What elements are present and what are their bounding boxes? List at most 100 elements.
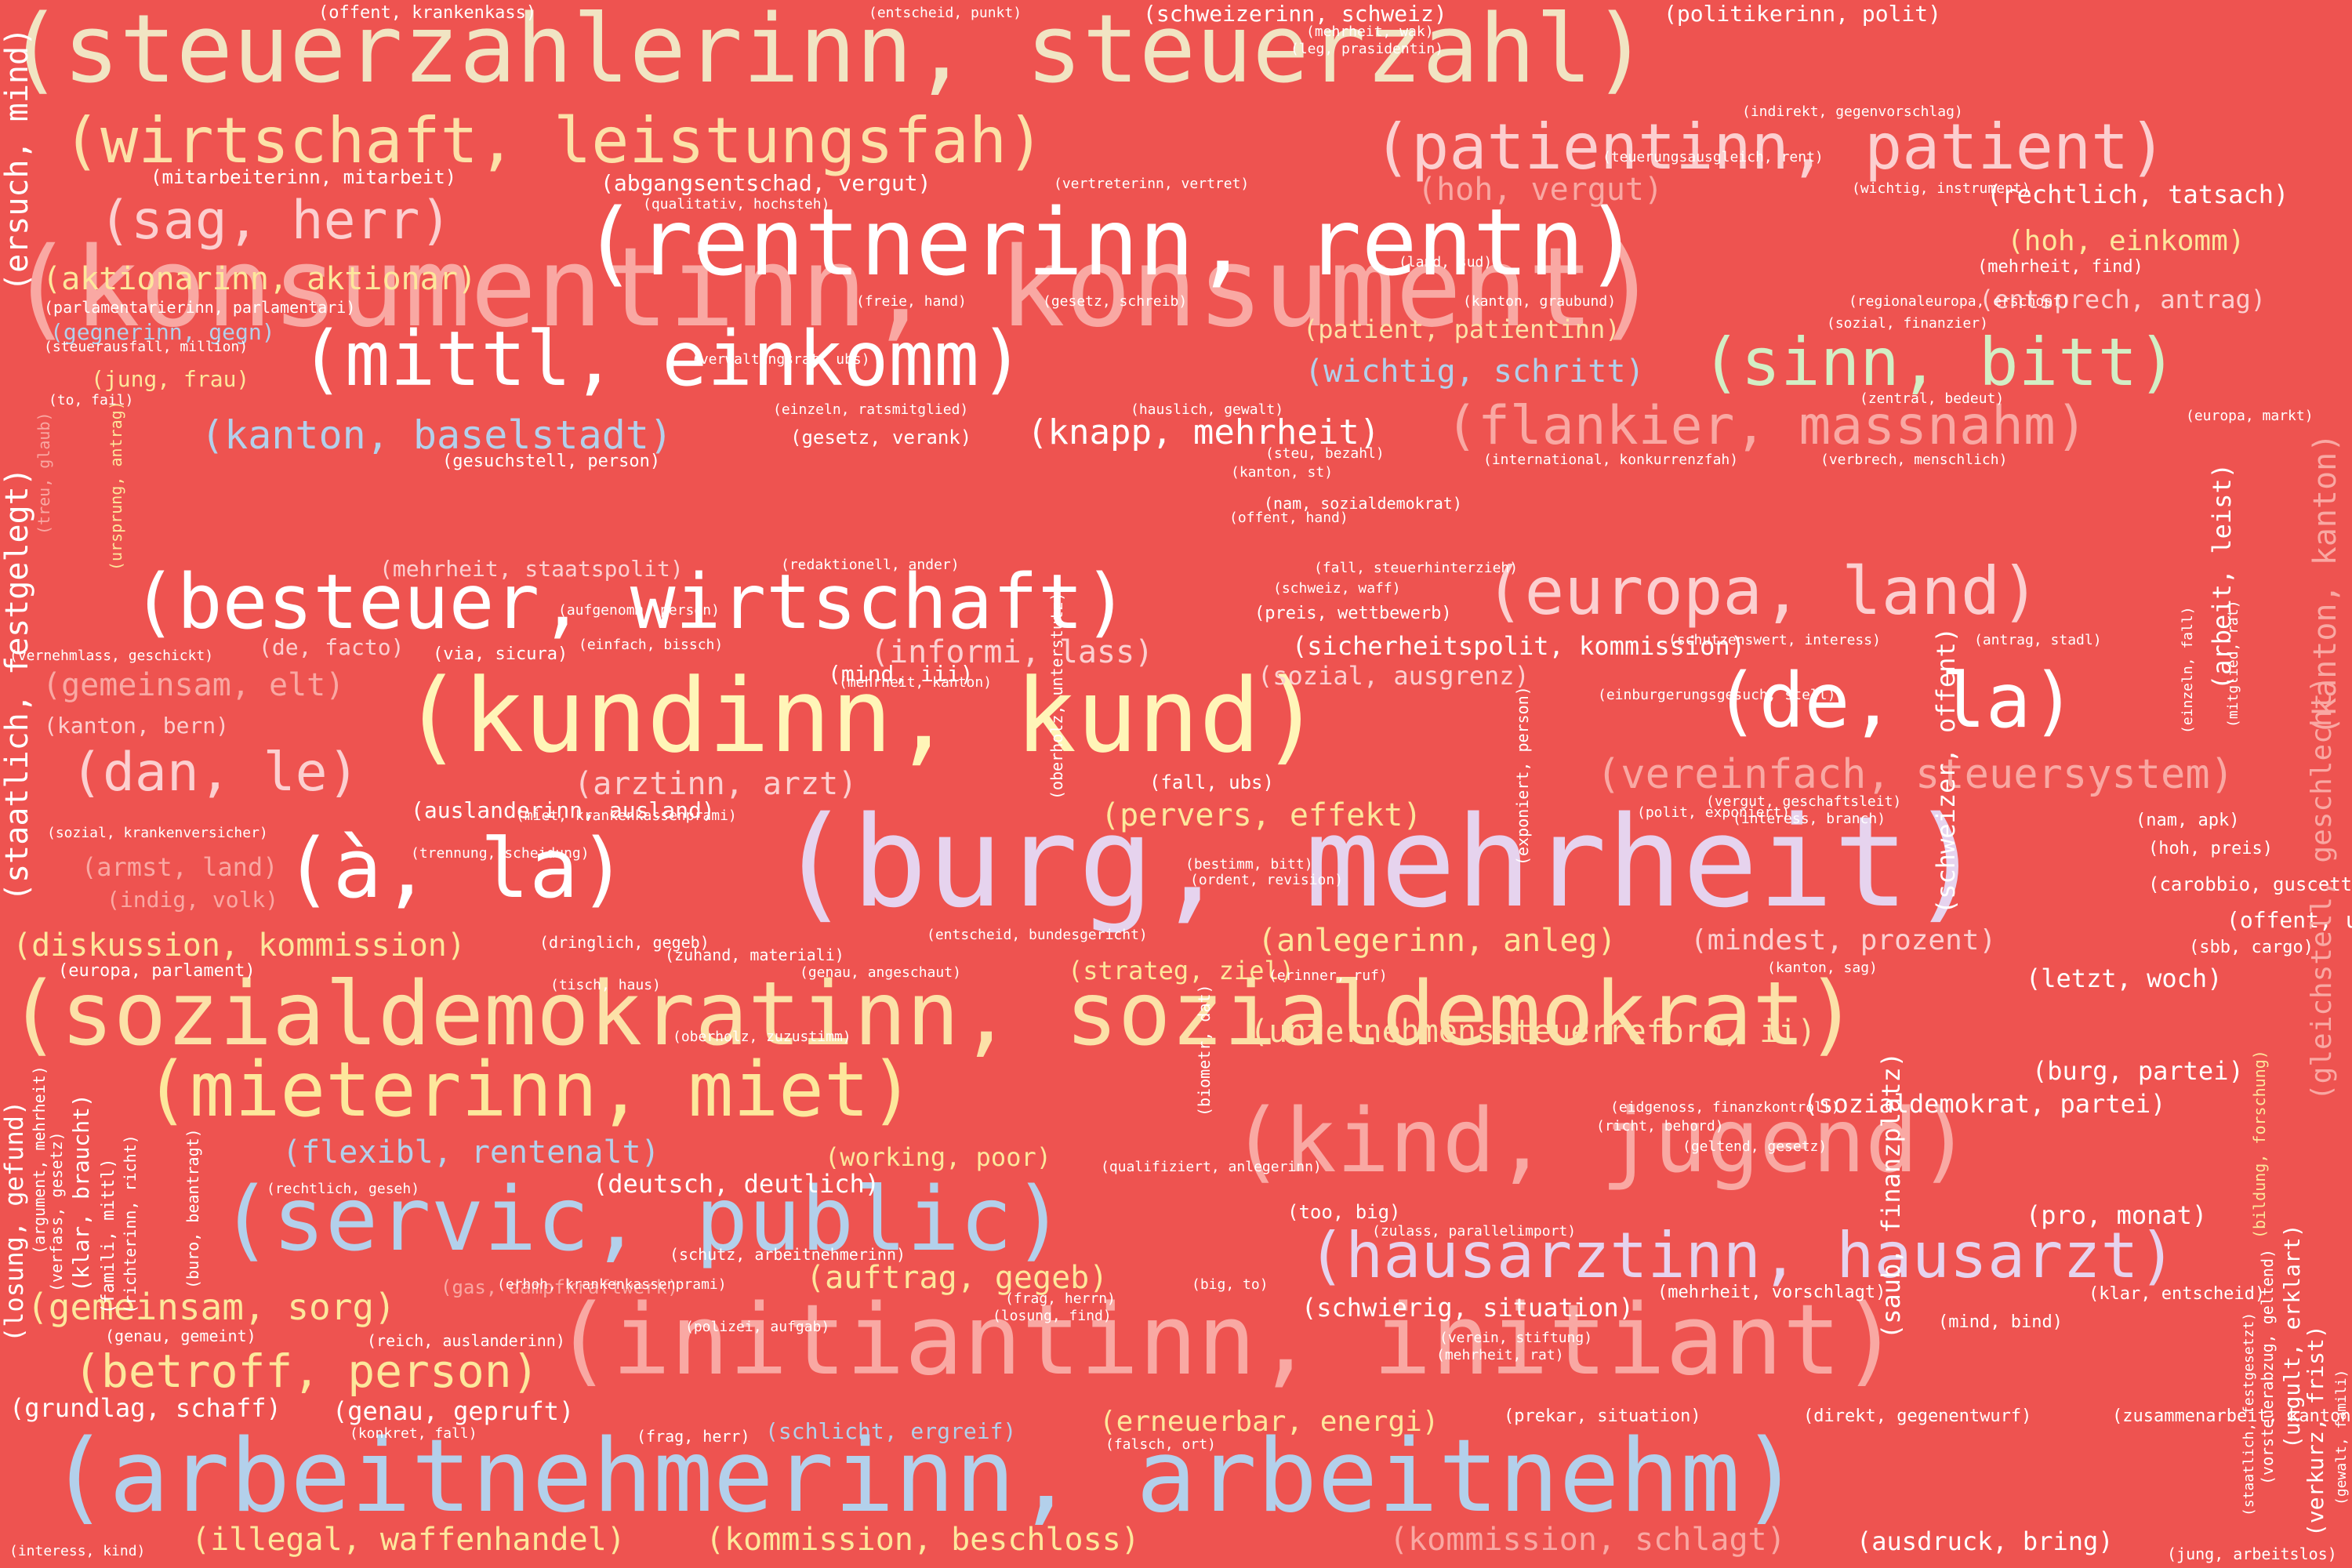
word: (qualitativ, hochsteh) (643, 196, 830, 212)
word: (betroff, person) (74, 1345, 539, 1398)
word: (interess, kind) (9, 1543, 146, 1559)
word: (politikerinn, polit) (1664, 1, 1942, 27)
word: (aufgenomm, person) (558, 602, 720, 619)
word-vertical: (treu, glaub) (34, 412, 53, 535)
word: (sag, herr) (99, 190, 452, 252)
word: (jung, arbeitslos) (2167, 1544, 2337, 1563)
word: (europa, land) (1485, 553, 2041, 630)
word: (schutzenswert, interess) (1668, 632, 1881, 648)
word: (erneuerbar, energi) (1099, 1406, 1439, 1438)
word-vertical: (biometr, dat) (1195, 984, 1214, 1116)
word: (mindest, prozent) (1690, 924, 1997, 956)
word: (diskussion, kommission) (13, 927, 466, 964)
word: (sozial, finanzier) (1827, 315, 1988, 332)
word: (sbb, cargo) (2189, 938, 2314, 957)
word-vertical: (gleichstell, geschlecht) (2306, 676, 2338, 1101)
word-vertical: (gewalt, famili) (2333, 1369, 2350, 1505)
word: (gesetz, schreib) (1043, 293, 1188, 310)
word: (à, la) (284, 821, 628, 916)
word: (aktionarinn, aktionar) (42, 261, 477, 297)
word: (deutsch, deutlich) (593, 1169, 880, 1199)
word: (nam, apk) (2136, 811, 2240, 830)
word: (sozialdemokrat, partei) (1803, 1089, 2166, 1119)
word: (mind, bind) (1938, 1312, 2063, 1332)
word: (redaktionell, ander) (781, 557, 960, 573)
word: (international, konkurrenzfah) (1483, 452, 1739, 468)
word: (letzt, woch) (2026, 964, 2223, 993)
word: (freie, hand) (856, 293, 967, 310)
word: (richt, behord) (1596, 1118, 1724, 1134)
word: (verwaltungsrat, ubs) (691, 351, 870, 368)
word: (antrag, stadl) (1974, 632, 2102, 648)
word: (rechtlich, tatsach) (1987, 180, 2289, 209)
word: (kanton, baselstadt) (201, 412, 673, 458)
word: (flexibl, rentenalt) (282, 1134, 660, 1171)
word: (erhoh, krankenkassenprami) (497, 1276, 727, 1293)
word: (schweiz, waff) (1273, 580, 1401, 597)
word: (anlegerinn, anleg) (1258, 923, 1617, 959)
word-vertical: (argument, mehrheit) (30, 1065, 49, 1254)
word: (steuerausfall, million) (44, 339, 249, 355)
word: (mitarbeiterinn, mitarbeit) (151, 166, 457, 188)
word-vertical: (staatlich, festgelegt) (0, 467, 35, 902)
word: (genau, gepruft) (332, 1396, 575, 1426)
word: (oberholz, zuzustimm) (673, 1029, 851, 1045)
word-vertical: (famili, mittl) (99, 1158, 118, 1314)
word: (geltend, gesetz) (1682, 1138, 1828, 1155)
word: (losung, find) (993, 1308, 1112, 1324)
word: (flankier, massnahm) (1446, 395, 2088, 457)
word: (einfach, bissch) (579, 637, 724, 653)
word: (falsch, ort) (1105, 1436, 1216, 1453)
word: (hauslich, gewalt) (1131, 401, 1284, 418)
word: (kommission, beschloss) (706, 1522, 1140, 1558)
word: (zentral, bedeut) (1860, 390, 2005, 407)
word: (indig, volk) (107, 887, 279, 913)
word: (armst, land) (82, 852, 278, 882)
word: (wirtschaft, leistungsfah) (63, 104, 1045, 177)
word-vertical: (einzeln, fall) (2180, 606, 2196, 734)
word: (dan, le) (71, 742, 360, 804)
word: (offent, krankenkass) (318, 3, 537, 23)
word: (mieterinn, miet) (144, 1046, 915, 1134)
word-vertical: (ursprung, antrag) (107, 401, 125, 571)
word: (entscheid, punkt) (869, 5, 1022, 21)
word: (hoh, einkomm) (2007, 225, 2245, 257)
word: (zulass, parallelimport) (1372, 1223, 1577, 1240)
word: (leg, prasidentin) (1290, 41, 1444, 57)
word-vertical: (ersuch, mind) (0, 27, 35, 292)
word: (genau, gemeint) (105, 1327, 256, 1345)
word: (big, to) (1192, 1276, 1269, 1293)
word: (rechtlich, geseh) (267, 1181, 420, 1197)
word: (eidgenoss, finanzkontroll) (1610, 1099, 1840, 1116)
word: (europa, parlament) (58, 961, 256, 981)
word: (fall, ubs) (1149, 771, 1274, 793)
word: (sozial, ausgrenz) (1258, 661, 1530, 691)
word: (too, big) (1287, 1201, 1401, 1223)
word: (de, facto) (259, 634, 405, 660)
word: (zuhand, materiali) (665, 946, 844, 964)
word: (nam, sozialdemokrat) (1264, 494, 1462, 513)
word: (offent, hand) (1229, 510, 1348, 526)
word: (ordent, revision) (1190, 872, 1344, 888)
word: (regionaleuropa, erschopf) (1849, 293, 2070, 310)
word: (vertreterinn, vertret) (1054, 176, 1250, 192)
word-vertical: (verkurz, frist) (2303, 1325, 2328, 1537)
word: (abgangsentschad, vergut) (601, 170, 931, 196)
word: (polizei, aufgab) (685, 1319, 830, 1335)
word: (direkt, gegenentwurf) (1803, 1406, 2032, 1426)
word: (erinner, ruf) (1269, 967, 1388, 984)
word: (konkret, fall) (350, 1425, 477, 1442)
word: (miet, krankenkassenprami) (516, 808, 737, 824)
word: (gemeinsam, sorg) (27, 1286, 396, 1328)
word: (unternehmenssteuerreform, ii) (1250, 1014, 1817, 1050)
word-cloud: (steuerzahlerinn, steuerzahl) (konsument… (0, 0, 2352, 1568)
word: (illegal, waffenhandel) (191, 1522, 626, 1558)
word: (frag, herr) (637, 1427, 750, 1446)
word: (steu, bezahl) (1265, 445, 1385, 462)
word: (fall, steuerhinterzieh) (1314, 560, 1519, 576)
word: (preis, wettbewerb) (1254, 604, 1452, 623)
word: (mehrheit, vorschlagt) (1657, 1283, 1886, 1302)
word: (kanton, sag) (1767, 960, 1878, 976)
word: (pervers, effekt) (1101, 797, 1422, 833)
word-vertical: (exponiert, person) (1513, 686, 1532, 866)
